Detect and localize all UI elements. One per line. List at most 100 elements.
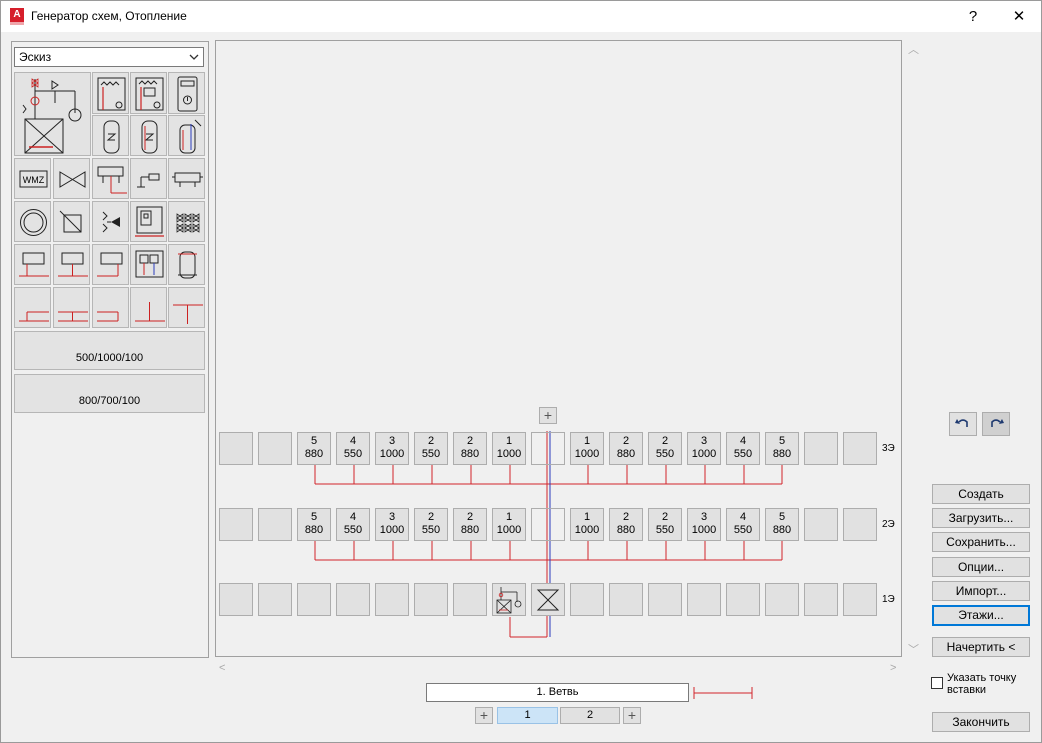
cell-3-11[interactable]: 2 880 (609, 432, 643, 465)
cell-3-8[interactable]: 1 1000 (492, 432, 526, 465)
cell-2-7[interactable]: 2 880 (453, 508, 487, 541)
scroll-up-arrow[interactable]: ︿ (908, 41, 919, 57)
cell-2-6[interactable]: 2 550 (414, 508, 448, 541)
cell-1-15[interactable] (765, 583, 799, 616)
add-row-button[interactable]: + (539, 407, 557, 424)
cell-2-8[interactable]: 1 1000 (492, 508, 526, 541)
branch-tab-2[interactable]: 2 (560, 707, 620, 724)
palette-item-heat-unit[interactable] (92, 72, 129, 114)
cell-2-4[interactable]: 4 550 (336, 508, 370, 541)
cell-2-12[interactable]: 2 550 (648, 508, 682, 541)
palette-item-radiator-preset-2[interactable]: 800/700/100 (14, 374, 205, 413)
palette-item-ring[interactable] (14, 201, 51, 242)
cell-2-14[interactable]: 4 550 (726, 508, 760, 541)
cell-3-12[interactable]: 2 550 (648, 432, 682, 465)
schema-canvas[interactable]: + 5 880 4 550 3 1000 2 550 2 880 1 1000 1 1000 … (215, 40, 902, 657)
palette-item-radiator-center[interactable] (53, 244, 90, 285)
palette-item-station-pumps[interactable] (130, 244, 167, 285)
create-button[interactable]: Создать (932, 484, 1030, 504)
palette-item-radiator-left[interactable] (14, 244, 51, 285)
cell-1-1[interactable] (219, 583, 253, 616)
cell-1-boiler[interactable] (492, 583, 526, 616)
palette-item-pump-group[interactable] (168, 158, 205, 199)
cell-3-riser[interactable] (531, 432, 565, 465)
cell-2-riser[interactable] (531, 508, 565, 541)
add-branch-right-button[interactable]: + (623, 707, 641, 724)
cell-3-6[interactable]: 2 550 (414, 432, 448, 465)
cell-2-17[interactable] (843, 508, 877, 541)
palette-item-pipe-tee-down[interactable] (168, 287, 205, 328)
cell-1-10[interactable] (570, 583, 604, 616)
scroll-left-arrow[interactable]: < (219, 662, 225, 674)
cell-1-14[interactable] (726, 583, 760, 616)
finish-button[interactable]: Закончить (932, 712, 1030, 732)
cell-2-3[interactable]: 5 880 (297, 508, 331, 541)
close-button[interactable]: ✕ (997, 1, 1041, 32)
cell-1-3[interactable] (297, 583, 331, 616)
palette-item-distributor[interactable] (92, 158, 129, 199)
cell-3-5[interactable]: 3 1000 (375, 432, 409, 465)
cell-1-12[interactable] (648, 583, 682, 616)
palette-item-pipe-tee-up[interactable] (130, 287, 167, 328)
cell-1-17[interactable] (843, 583, 877, 616)
palette-item-heat-meter[interactable]: WMZ (14, 158, 51, 199)
options-button[interactable]: Опции... (932, 557, 1030, 577)
palette-item-pipe-right[interactable] (92, 287, 129, 328)
palette-item-heat-unit-display[interactable] (130, 72, 167, 114)
palette-item-valve[interactable] (53, 158, 90, 199)
palette-item-pipe-left[interactable] (14, 287, 51, 328)
cell-2-13[interactable]: 3 1000 (687, 508, 721, 541)
cell-3-16[interactable] (804, 432, 838, 465)
palette-item-tank-coil[interactable] (130, 115, 167, 156)
cell-2-1[interactable] (219, 508, 253, 541)
palette-item-boiler-station[interactable] (130, 201, 167, 242)
palette-item-tank[interactable] (92, 115, 129, 156)
cell-2-10[interactable]: 1 1000 (570, 508, 604, 541)
cell-1-valve[interactable] (531, 583, 565, 616)
cell-1-11[interactable] (609, 583, 643, 616)
palette-item-radiator-preset-1[interactable]: 500/1000/100 (14, 331, 205, 370)
cell-1-2[interactable] (258, 583, 292, 616)
cell-1-7[interactable] (453, 583, 487, 616)
scroll-down-arrow[interactable]: ﹀ (908, 641, 919, 657)
cell-3-2[interactable] (258, 432, 292, 465)
help-button[interactable]: ? (951, 1, 995, 32)
save-button[interactable]: Сохранить... (932, 532, 1030, 552)
palette-item-pipe-center[interactable] (53, 287, 90, 328)
add-branch-left-button[interactable]: + (475, 707, 493, 724)
cell-2-16[interactable] (804, 508, 838, 541)
cell-3-4[interactable]: 4 550 (336, 432, 370, 465)
undo-button[interactable] (949, 412, 977, 436)
scroll-right-arrow[interactable]: > (890, 662, 896, 674)
palette-item-boiler-group[interactable] (14, 72, 91, 156)
floors-button[interactable]: Этажи... (932, 605, 1030, 626)
cell-3-17[interactable] (843, 432, 877, 465)
cell-2-2[interactable] (258, 508, 292, 541)
cell-1-6[interactable] (414, 583, 448, 616)
palette-item-tank-solar[interactable] (168, 115, 205, 156)
palette-mode-select[interactable]: Эскиз (14, 47, 204, 67)
draw-button[interactable]: Начертить < (932, 637, 1030, 657)
import-button[interactable]: Импорт... (932, 581, 1030, 601)
branch-name-field[interactable]: 1. Ветвь (426, 683, 689, 702)
palette-item-valve-bank[interactable] (168, 201, 205, 242)
palette-item-storage-tank[interactable] (168, 244, 205, 285)
cell-1-16[interactable] (804, 583, 838, 616)
cell-1-13[interactable] (687, 583, 721, 616)
cell-3-7[interactable]: 2 880 (453, 432, 487, 465)
cell-2-5[interactable]: 3 1000 (375, 508, 409, 541)
load-button[interactable]: Загрузить... (932, 508, 1030, 528)
palette-item-three-way-valve[interactable] (92, 201, 129, 242)
cell-3-14[interactable]: 4 550 (726, 432, 760, 465)
cell-3-1[interactable] (219, 432, 253, 465)
palette-item-heat-exchanger[interactable] (53, 201, 90, 242)
cell-1-5[interactable] (375, 583, 409, 616)
cell-3-15[interactable]: 5 880 (765, 432, 799, 465)
palette-item-wall-boiler[interactable] (168, 72, 205, 114)
palette-item-radiator-right[interactable] (92, 244, 129, 285)
cell-1-4[interactable] (336, 583, 370, 616)
cell-2-15[interactable]: 5 880 (765, 508, 799, 541)
cell-3-13[interactable]: 3 1000 (687, 432, 721, 465)
cell-3-3[interactable]: 5 880 (297, 432, 331, 465)
branch-tab-1[interactable]: 1 (497, 707, 558, 724)
